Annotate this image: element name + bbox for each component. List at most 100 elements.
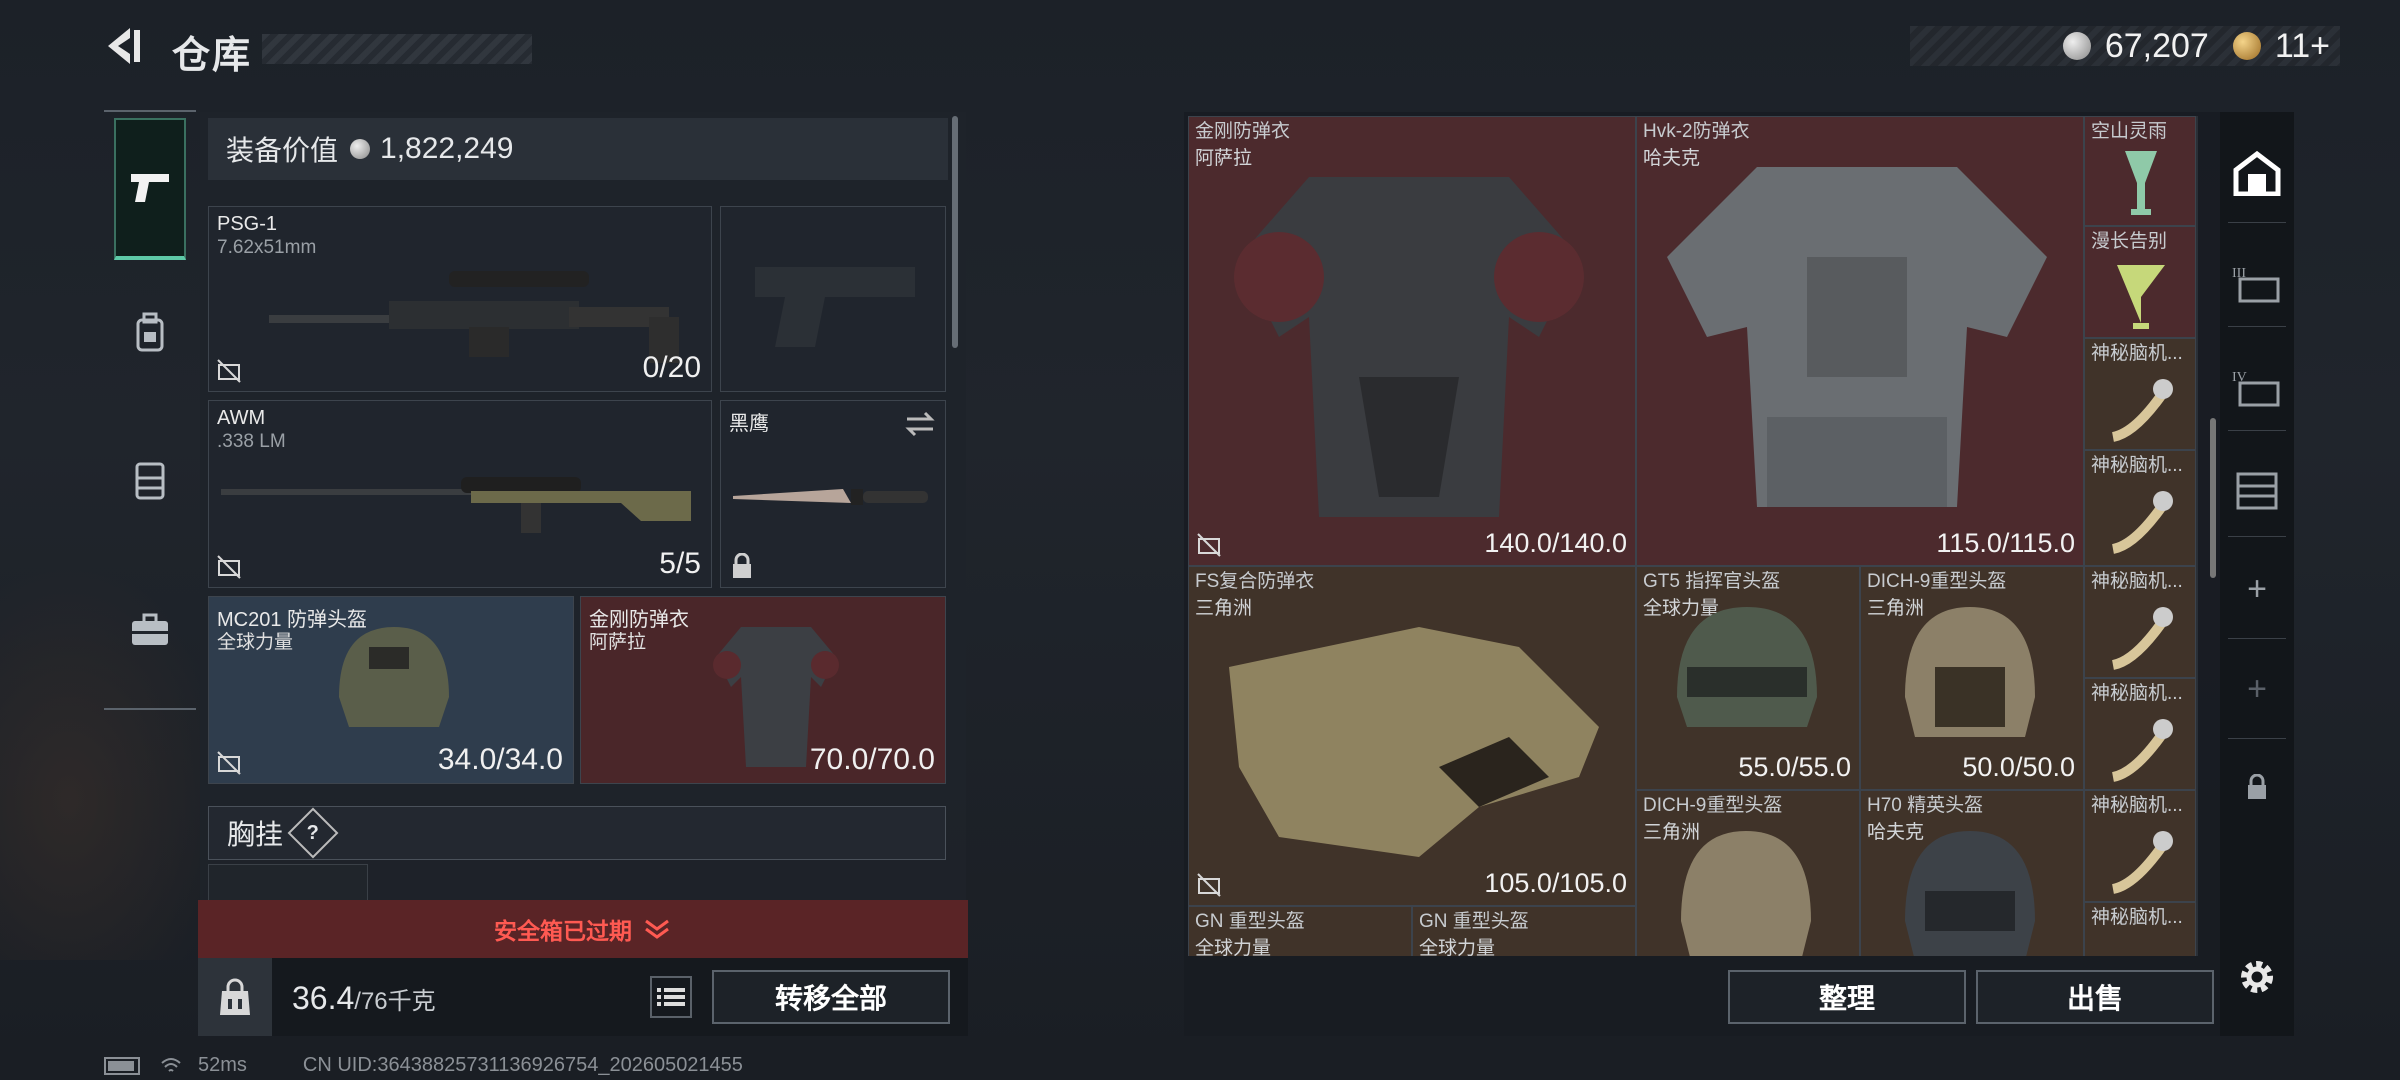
helmet-image (1905, 607, 2035, 737)
item-name: GT5 指挥官头盔 (1643, 571, 1781, 592)
tab-divider (2228, 536, 2286, 537)
safebox-expired-banner[interactable]: 安全箱已过期 (198, 900, 968, 958)
rail-divider (104, 110, 196, 112)
primary-weapon-slot-1[interactable]: PSG-1 7.62x51mm 0/20 (208, 206, 712, 392)
tab-storage-3[interactable]: III (2226, 252, 2288, 314)
inventory-item[interactable]: H70 精英头盔 哈夫克 (1860, 790, 2084, 956)
equipment-value: 1,822,249 (380, 132, 514, 165)
storage-iv-icon: IV (2232, 370, 2280, 407)
rail-divider (104, 708, 196, 710)
swap-icon[interactable] (903, 409, 937, 439)
weight-lock-button[interactable] (198, 958, 272, 1036)
inventory-item[interactable]: 神秘脑机... (2084, 678, 2196, 790)
melee-slot[interactable]: 黑鹰 (720, 400, 946, 588)
item-durability: 55.0/55.0 (1738, 752, 1851, 782)
weapon-name: PSG-1 (217, 213, 278, 235)
backpack-icon (136, 312, 164, 352)
locked-storage[interactable] (2226, 756, 2288, 818)
list-view-button[interactable] (650, 976, 692, 1018)
inventory-item[interactable]: 神秘脑机... (2084, 790, 2196, 902)
ammo-count: 5/5 (659, 547, 701, 580)
rail-item-weapons[interactable] (114, 118, 186, 260)
current-weight: 36.4 (292, 980, 355, 1016)
inventory-item[interactable]: 神秘脑机... (2084, 450, 2196, 566)
item-name: 神秘脑机... (2091, 907, 2183, 928)
equipment-value-label: 装备价值 (226, 135, 339, 166)
neural-chip-image (2111, 491, 2173, 554)
inventory-item[interactable]: DICH-9重型头盔 三角洲 (1636, 790, 1860, 956)
pistol-icon (131, 174, 169, 202)
help-icon[interactable]: ? (287, 807, 339, 859)
inventory-item[interactable]: 漫长告别 (2084, 226, 2196, 338)
chest-rig-label: 胸挂 (227, 819, 284, 850)
lock-icon (2248, 774, 2266, 799)
storage-box-icon (2236, 472, 2278, 510)
rail-item-toolbox[interactable] (114, 594, 186, 666)
rail-item-chest-rig[interactable] (114, 444, 186, 516)
back-arrow-icon[interactable] (100, 22, 148, 70)
storage-tabs: III IV + + (2220, 112, 2294, 1036)
tab-divider (2228, 222, 2286, 223)
gear-icon (2241, 961, 2273, 993)
scrollbar[interactable] (952, 116, 958, 348)
page-title: 仓库 (172, 35, 253, 77)
transfer-all-button[interactable]: 转移全部 (712, 970, 950, 1024)
tab-storage-5[interactable] (2226, 460, 2288, 522)
gold-balance[interactable]: 11+ (2275, 27, 2330, 66)
tab-divider (2228, 738, 2286, 739)
item-durability: 50.0/50.0 (1962, 752, 2075, 782)
arrange-button[interactable]: 整理 (1728, 970, 1966, 1024)
add-storage-button[interactable]: + (2226, 658, 2288, 720)
inventory-item[interactable]: GT5 指挥官头盔 全球力量 55.0/55.0 (1636, 566, 1860, 790)
sidearm-slot[interactable] (720, 206, 946, 392)
item-durability: 115.0/115.0 (1936, 528, 2075, 558)
item-brand: 全球力量 (1419, 938, 1496, 956)
neural-chip-image (2111, 719, 2173, 782)
inventory-item[interactable]: 金刚防弹衣 阿萨拉 140.0/140.0 (1188, 116, 1636, 566)
armor-brand: 阿萨拉 (589, 632, 647, 653)
armor-slot[interactable]: 金刚防弹衣 阿萨拉 70.0/70.0 (580, 596, 946, 784)
no-trade-icon (217, 359, 241, 383)
helmet-image (1681, 831, 1811, 956)
chest-rig-slot[interactable]: 胸挂 ? (208, 806, 946, 860)
inventory-grid: 金刚防弹衣 阿萨拉 140.0/140.0 Hvk-2防弹衣 哈夫克 115.0… (1188, 116, 2198, 956)
settings-button[interactable] (2226, 946, 2288, 1008)
lock-icon (733, 553, 751, 578)
max-weight: /76千克 (354, 988, 436, 1015)
item-name: 神秘脑机... (2091, 571, 2183, 592)
primary-weapon-slot-2[interactable]: AWM .338 LM 5/5 (208, 400, 712, 588)
item-durability: 105.0/105.0 (1484, 868, 1627, 898)
no-trade-icon (1197, 873, 1221, 897)
helmet-slot[interactable]: MC201 防弹头盔 全球力量 34.0/34.0 (208, 596, 574, 784)
item-name: H70 精英头盔 (1867, 795, 1984, 816)
inventory-item[interactable]: Hvk-2防弹衣 哈夫克 115.0/115.0 (1636, 116, 2084, 566)
armor-image (1667, 167, 2047, 507)
item-name: 神秘脑机... (2091, 683, 2183, 704)
add-storage-button[interactable]: + (2226, 558, 2288, 620)
rail-item-backpack[interactable] (114, 296, 186, 368)
inventory-item[interactable]: 神秘脑机... (2084, 902, 2196, 956)
inventory-item[interactable]: 空山灵雨 (2084, 116, 2196, 226)
drink-image (2117, 265, 2165, 329)
tab-storage-4[interactable]: IV (2226, 356, 2288, 418)
carry-weight: 36.4/76千克 (292, 980, 436, 1017)
inventory-item[interactable]: 神秘脑机... (2084, 338, 2196, 450)
neural-chip-image (2111, 831, 2173, 894)
currency-bar: 67,207 11+ (1910, 26, 2340, 66)
item-name: GN 重型头盔 (1419, 911, 1529, 932)
battery-icon (104, 1056, 140, 1075)
melee-name: 黑鹰 (729, 413, 769, 435)
scrollbar[interactable] (2210, 418, 2216, 578)
rifle-image (269, 271, 679, 363)
inventory-item[interactable]: 神秘脑机... (2084, 566, 2196, 678)
drink-image (2125, 151, 2157, 215)
armor-durability: 70.0/70.0 (809, 743, 935, 776)
inventory-item[interactable]: FS复合防弹衣 三角洲 105.0/105.0 (1188, 566, 1636, 906)
inventory-item[interactable]: GN 重型头盔 全球力量 (1412, 906, 1636, 956)
tab-warehouse[interactable] (2226, 142, 2288, 204)
silver-coin-icon (350, 139, 371, 159)
sell-button[interactable]: 出售 (1976, 970, 2214, 1024)
weapon-caliber: .338 LM (217, 431, 286, 452)
inventory-item[interactable]: DICH-9重型头盔 三角洲 50.0/50.0 (1860, 566, 2084, 790)
inventory-item[interactable]: GN 重型头盔 全球力量 (1188, 906, 1412, 956)
